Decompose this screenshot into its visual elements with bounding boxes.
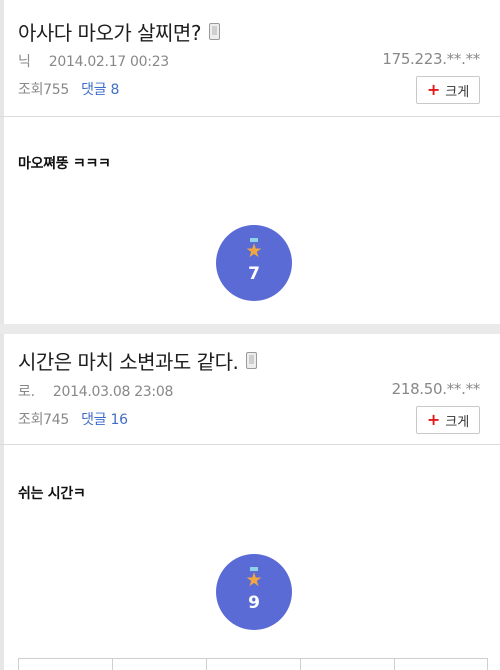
vote-count: 7 (248, 264, 260, 284)
post-counts: 조회755 댓글 8 (18, 79, 119, 99)
author-name[interactable]: 닉 (18, 54, 31, 70)
post-body: 마오쪄뚱 ㅋㅋㅋ (18, 156, 111, 172)
table-divider (112, 658, 113, 670)
star-medal-icon: ★ (245, 238, 263, 262)
post-title[interactable]: 아사다 마오가 살찌면? (18, 17, 220, 46)
enlarge-label: 크게 (445, 414, 470, 430)
post-meta: 로. 2014.03.08 23:08 (18, 381, 173, 401)
enlarge-button[interactable]: + 크게 (416, 406, 480, 434)
comments-link[interactable]: 댓글 8 (81, 82, 119, 98)
views-count: 745 (43, 412, 69, 428)
enlarge-button[interactable]: + 크게 (416, 76, 480, 104)
post-datetime: 2014.03.08 23:08 (52, 384, 174, 400)
table-divider (487, 658, 488, 670)
vote-button[interactable]: ★ 7 (216, 225, 292, 301)
star-medal-icon: ★ (245, 567, 263, 591)
post-2: 시간은 마치 소변과도 같다. 로. 2014.03.08 23:08 218.… (0, 334, 500, 670)
post-body: 쉬는 시간ㅋ (18, 486, 86, 502)
left-bar (0, 334, 4, 670)
post-title[interactable]: 시간은 마치 소변과도 같다. (18, 346, 258, 375)
left-bar (0, 0, 4, 324)
post-title-text[interactable]: 시간은 마치 소변과도 같다. (18, 346, 239, 375)
mobile-phone-icon (246, 352, 258, 369)
table-divider (300, 658, 301, 670)
views-count: 755 (43, 82, 69, 98)
vote-button[interactable]: ★ 9 (216, 554, 292, 630)
plus-icon: + (426, 80, 441, 99)
comments-link[interactable]: 댓글 16 (81, 412, 128, 428)
enlarge-label: 크게 (445, 84, 470, 100)
table-divider (206, 658, 207, 670)
divider (0, 444, 500, 445)
post-separator (0, 324, 500, 334)
post-1: 아사다 마오가 살찌면? 닉 2014.02.17 00:23 175.223.… (0, 0, 500, 324)
divider (0, 116, 500, 117)
post-datetime: 2014.02.17 00:23 (48, 54, 169, 70)
table-divider (18, 658, 19, 670)
post-counts: 조회745 댓글 16 (18, 409, 128, 429)
mobile-phone-icon (208, 23, 220, 40)
views-label: 조회 (18, 412, 44, 428)
post-title-text[interactable]: 아사다 마오가 살찌면? (18, 17, 201, 46)
ip-address: 218.50.**.** (391, 380, 481, 398)
table-divider (394, 658, 395, 670)
post-meta: 닉 2014.02.17 00:23 (18, 51, 169, 71)
vote-count: 9 (248, 593, 260, 613)
author-name[interactable]: 로. (18, 384, 35, 400)
views-label: 조회 (18, 82, 44, 98)
plus-icon: + (426, 410, 441, 429)
ip-address: 175.223.**.** (382, 50, 480, 68)
table-border (18, 658, 488, 659)
